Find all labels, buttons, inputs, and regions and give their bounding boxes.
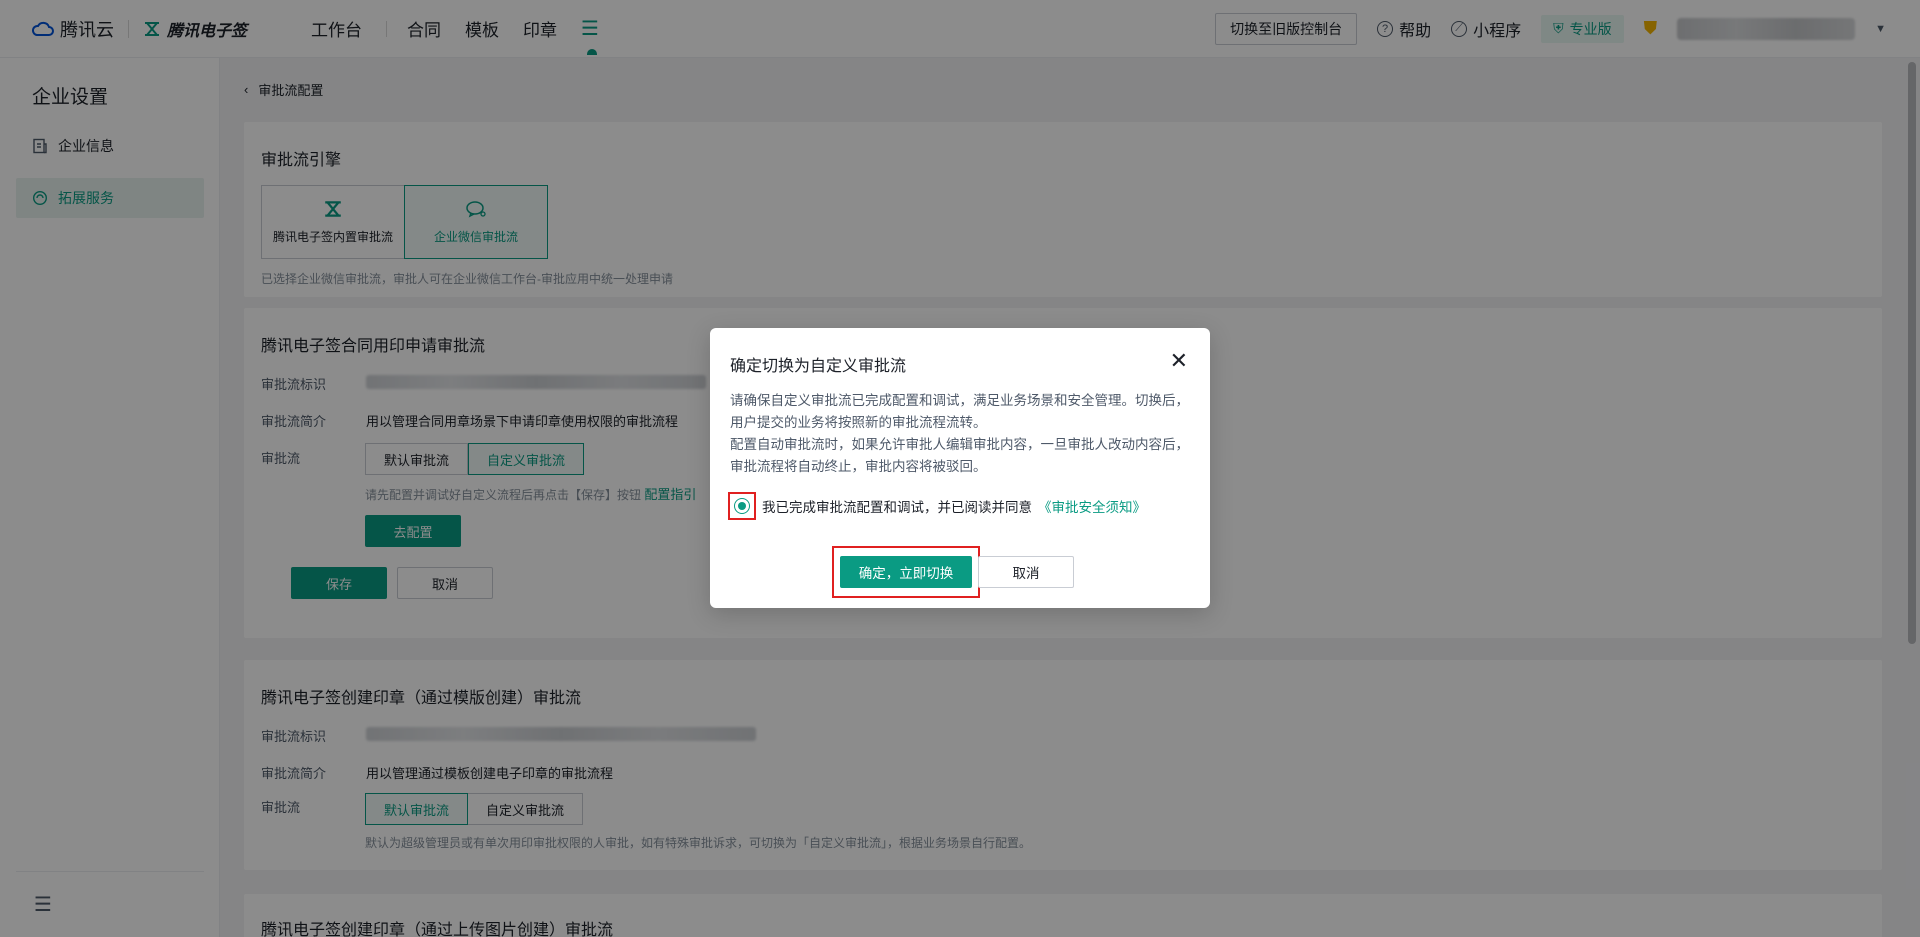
switch-confirm-dialog: 确定切换为自定义审批流 ✕ 请确保自定义审批流已完成配置和调试，满足业务场景和安… <box>710 328 1210 608</box>
dialog-body: 请确保自定义审批流已完成配置和调试，满足业务场景和安全管理。切换后，用户提交的业… <box>730 390 1192 478</box>
dialog-cancel-button[interactable]: 取消 <box>978 556 1074 588</box>
security-notice-link[interactable]: 《审批安全须知》 <box>1038 496 1146 516</box>
radio-dot <box>738 502 746 510</box>
dialog-body-paragraph-1: 请确保自定义审批流已完成配置和调试，满足业务场景和安全管理。切换后，用户提交的业… <box>730 393 1189 430</box>
dialog-body-paragraph-2: 配置自动审批流时，如果允许审批人编辑审批内容，一旦审批人改动内容后，审批流程将自… <box>730 437 1189 474</box>
radio-icon <box>734 498 750 514</box>
agreement-row: 我已完成审批流配置和调试，并已阅读并同意 《审批安全须知》 <box>728 492 1146 520</box>
dialog-title: 确定切换为自定义审批流 <box>730 358 907 375</box>
agree-text: 我已完成审批流配置和调试，并已阅读并同意 <box>762 500 1032 515</box>
confirm-highlight: 确定，立即切换 <box>832 546 980 598</box>
confirm-switch-button[interactable]: 确定，立即切换 <box>840 556 972 588</box>
agree-radio[interactable] <box>728 492 756 520</box>
close-icon[interactable]: ✕ <box>1170 350 1188 372</box>
